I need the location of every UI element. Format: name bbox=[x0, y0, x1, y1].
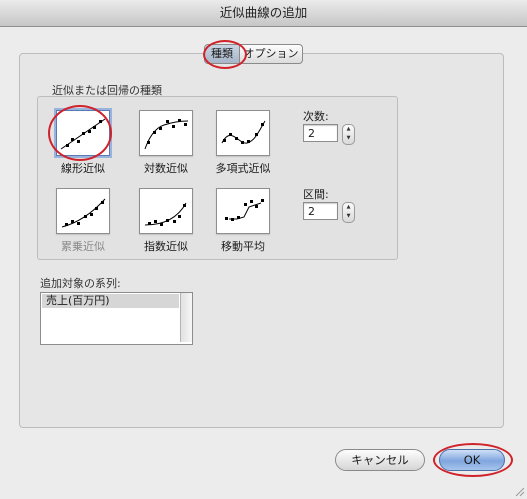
period-stepper[interactable]: ▲ ▼ bbox=[342, 202, 355, 223]
trend-type-linear[interactable]: 線形近似 bbox=[53, 110, 113, 176]
tab-type[interactable]: 種類 bbox=[205, 45, 240, 63]
list-item[interactable]: 売上(百万円) bbox=[42, 294, 179, 308]
trend-type-logarithmic[interactable]: 対数近似 bbox=[136, 110, 196, 176]
power-trend-icon bbox=[56, 188, 110, 234]
trend-type-moving-average[interactable]: 移動平均 bbox=[213, 188, 273, 254]
resize-grip-icon[interactable] bbox=[513, 485, 525, 497]
exponential-trend-icon bbox=[139, 188, 193, 234]
chevron-up-icon[interactable]: ▲ bbox=[343, 203, 354, 212]
tab-options[interactable]: オプション bbox=[240, 45, 302, 63]
chevron-up-icon[interactable]: ▲ bbox=[343, 125, 354, 134]
trend-type-logarithmic-label: 対数近似 bbox=[144, 162, 188, 175]
trend-type-exponential-label: 指数近似 bbox=[144, 240, 188, 253]
trend-type-moving-average-label: 移動平均 bbox=[221, 240, 265, 253]
ok-button[interactable]: OK bbox=[439, 449, 505, 471]
trend-type-polynomial-label: 多項式近似 bbox=[215, 162, 271, 175]
polynomial-trend-icon bbox=[216, 110, 270, 156]
chevron-down-icon[interactable]: ▼ bbox=[343, 134, 354, 143]
moving-average-icon bbox=[216, 188, 270, 234]
chevron-down-icon[interactable]: ▼ bbox=[343, 212, 354, 221]
series-list-label: 追加対象の系列: bbox=[40, 277, 121, 290]
order-stepper[interactable]: ▲ ▼ bbox=[342, 124, 355, 145]
period-label: 区間: bbox=[303, 188, 329, 201]
trend-type-polynomial[interactable]: 多項式近似 bbox=[213, 110, 273, 176]
listbox-scrollbar[interactable] bbox=[180, 293, 192, 342]
cancel-button[interactable]: キャンセル bbox=[335, 449, 425, 471]
period-field[interactable]: 2 bbox=[303, 202, 338, 220]
linear-trend-icon bbox=[56, 110, 110, 156]
order-field[interactable]: 2 bbox=[303, 124, 338, 142]
window-title: 近似曲線の追加 bbox=[0, 0, 527, 27]
series-listbox[interactable]: 売上(百万円) bbox=[40, 292, 193, 345]
trend-type-linear-label: 線形近似 bbox=[61, 162, 105, 175]
tab-bar: 種類 オプション bbox=[204, 44, 303, 64]
order-label: 次数: bbox=[303, 110, 329, 123]
trend-type-exponential[interactable]: 指数近似 bbox=[136, 188, 196, 254]
logarithmic-trend-icon bbox=[139, 110, 193, 156]
trend-type-power-label: 累乗近似 bbox=[61, 240, 105, 253]
trend-type-group-label: 近似または回帰の種類 bbox=[52, 84, 162, 97]
trend-type-power[interactable]: 累乗近似 bbox=[53, 188, 113, 254]
